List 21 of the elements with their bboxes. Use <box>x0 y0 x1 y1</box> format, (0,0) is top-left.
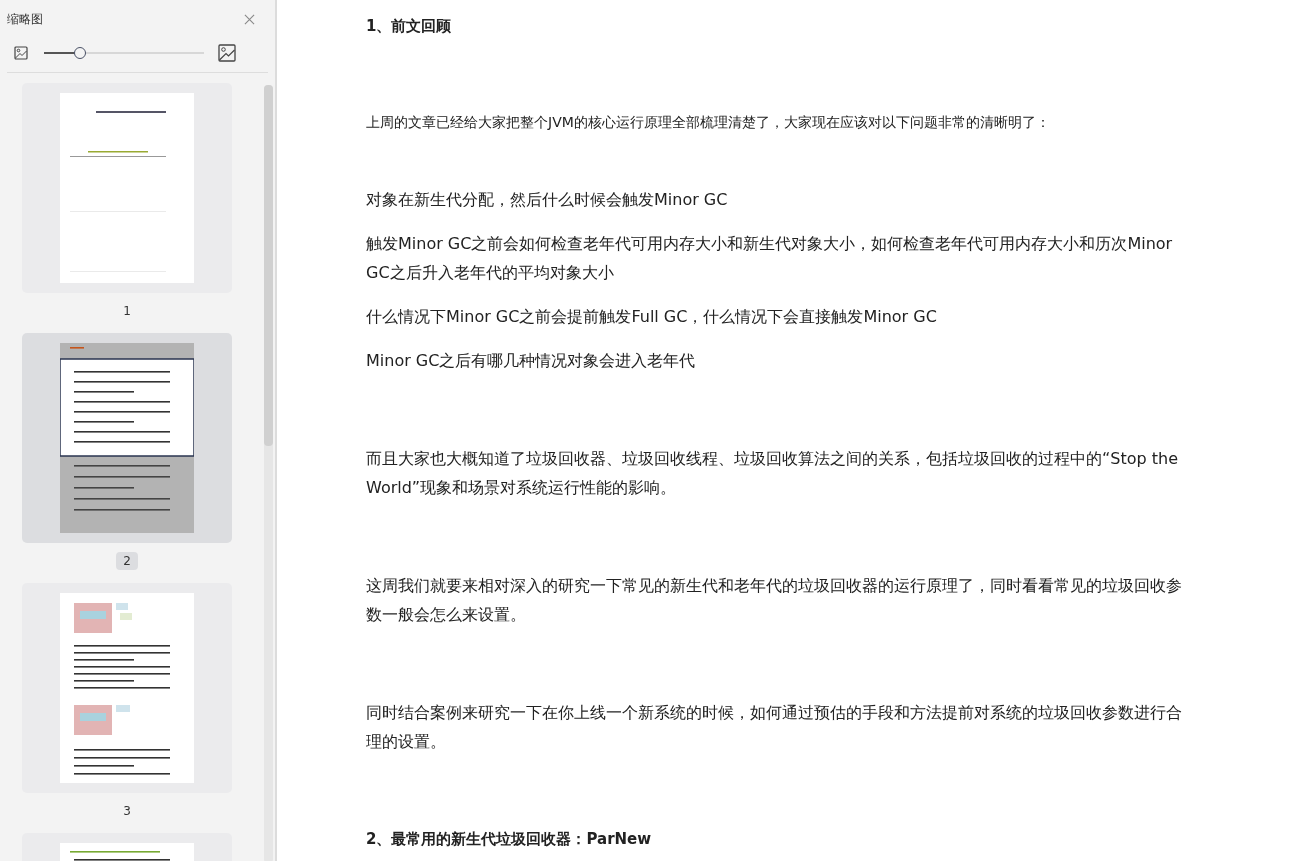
paragraph: Minor GC之后有哪几种情况对象会进入老年代 <box>366 350 697 372</box>
paragraph: 上周的文章已经给大家把整个JVM的核心运行原理全部梳理清楚了，大家现在应该对以下问题非常的清晰明了： <box>366 113 1051 132</box>
page-thumbnail[interactable] <box>22 583 232 793</box>
page-number: 2 <box>116 552 138 570</box>
panel-title: 缩略图 <box>7 10 43 28</box>
page-thumbnail[interactable] <box>22 83 232 293</box>
paragraph: 同时结合案例来研究一下在你上线一个新系统的时候，如何通过预估的手段和方法提前对系统的垃圾回收参数进行合理的设置。 <box>366 702 1183 753</box>
paragraph: 而且大家也大概知道了垃圾回收器、垃圾回收线程、垃圾回收算法之间的关系，包括垃圾回收的过程中的“Stop the World”现象和场景对系统运行性能的影响。 <box>366 448 1179 499</box>
section-heading: 1、前文回顾 <box>366 16 453 37</box>
section-heading: 2、最常用的新生代垃圾回收器：ParNew <box>366 829 653 850</box>
page-number: 3 <box>122 803 132 820</box>
paragraph: 对象在新生代分配，然后什么时候会触发Minor GC <box>366 189 729 211</box>
page-number: 1 <box>122 303 132 320</box>
large-image-icon[interactable] <box>218 44 236 62</box>
paragraph: 触发Minor GC之前会如何检查老年代可用内存大小和新生代对象大小，如何检查老年代可用内存大小和历次Minor GC之后升入老年代的平均对象大小 <box>366 233 1174 284</box>
small-image-icon[interactable] <box>14 46 28 60</box>
page-thumbnail[interactable] <box>22 333 232 543</box>
close-icon[interactable] <box>244 13 255 25</box>
paragraph: 这周我们就要来相对深入的研究一下常见的新生代和老年代的垃圾回收器的运行原理了，同时看看常见的垃圾回收参数一般会怎么来设置。 <box>366 575 1183 626</box>
scrollbar[interactable] <box>264 85 273 861</box>
paragraph: 什么情况下Minor GC之前会提前触发Full GC，什么情况下会直接触发Minor GC <box>366 306 938 328</box>
